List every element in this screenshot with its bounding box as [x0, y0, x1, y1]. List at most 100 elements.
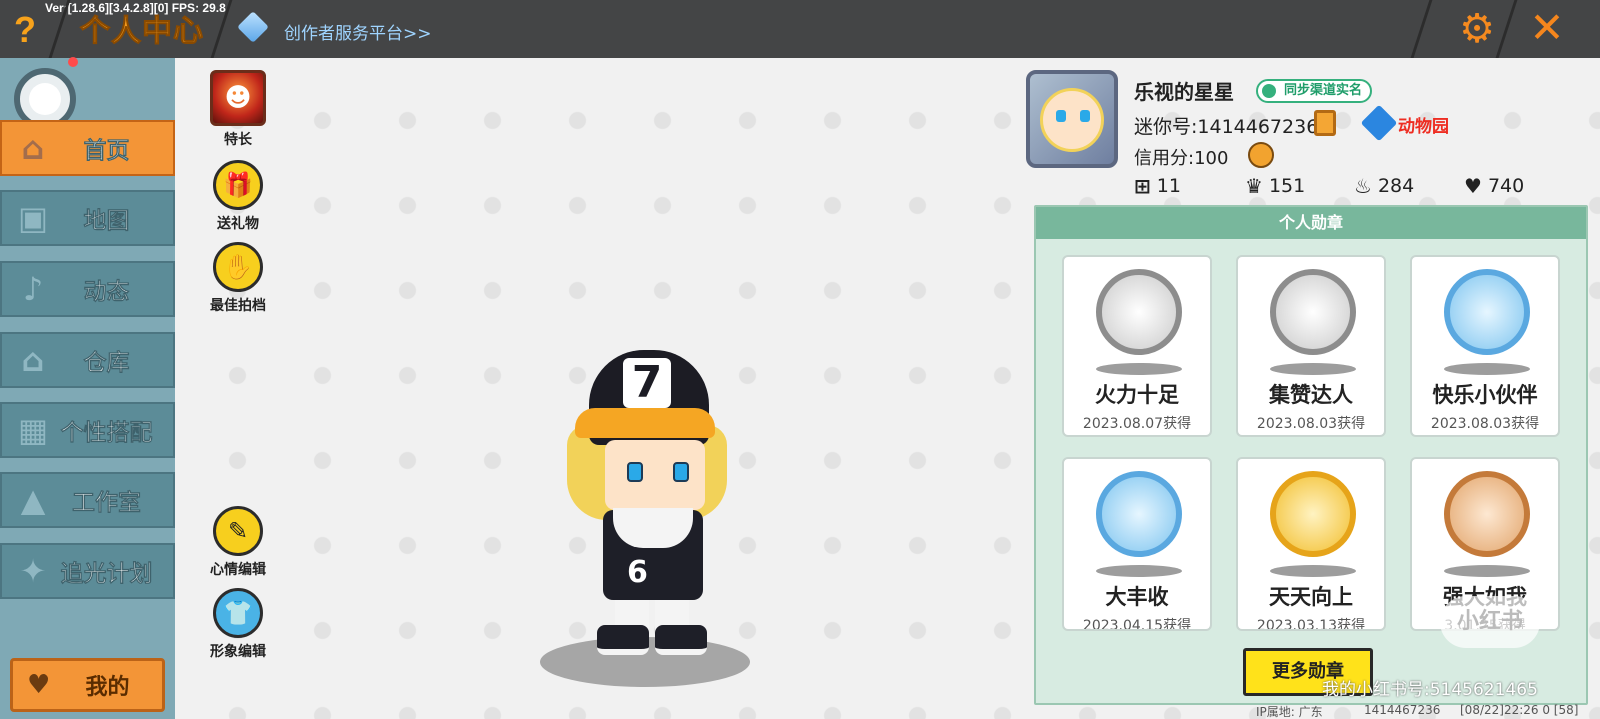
stat-fans-value: 151 — [1268, 175, 1306, 197]
character-shoe — [597, 625, 649, 655]
stat-likes-value: 740 — [1487, 175, 1525, 197]
sidebar-item-label: 动态 — [83, 279, 130, 306]
medal-icon — [1444, 471, 1530, 557]
help-button[interactable]: ? — [8, 10, 42, 50]
medal-base — [1270, 363, 1356, 375]
pencil-icon: ✎ — [213, 506, 263, 556]
medal-icon — [1444, 269, 1530, 355]
profile-portrait[interactable] — [1026, 70, 1118, 168]
shirt-icon: 👕 — [213, 588, 263, 638]
hat-number: 7 — [623, 358, 671, 408]
medal-date: 2023.08.07获得 — [1082, 416, 1192, 432]
medal-icon — [1270, 471, 1356, 557]
gift-label: 送礼物 — [217, 216, 259, 232]
mini-id: 迷你号:1414467236 — [1134, 116, 1319, 138]
sidebar-item-home[interactable]: ⌂ 首页 — [0, 120, 175, 176]
sidebar-item-light-plan[interactable]: ✦ 追光计划 — [0, 543, 175, 599]
watermark-logo: 小红书 — [1440, 596, 1540, 648]
sidebar-item-studio[interactable]: ▲ 工作室 — [0, 472, 175, 528]
plus-square-icon: ⊞ — [1134, 174, 1151, 198]
talent-icon: ☻ — [210, 70, 266, 126]
sidebar-item-label: 追光计划 — [60, 561, 153, 588]
handshake-icon: ✋ — [213, 242, 263, 292]
studio-icon: ▲ — [20, 481, 46, 519]
top-bar: Ver:[1.28.6][3.4.2.8][0] FPS: 29.8 ? 个人中… — [0, 0, 1600, 58]
home-icon: ⌂ — [21, 129, 45, 167]
shirt-number: 6 — [627, 555, 648, 590]
fans-icon: ♛ — [1245, 174, 1263, 198]
stat-likes[interactable]: ♥ 740 — [1464, 174, 1524, 198]
medal-card[interactable]: 大丰收 2023.04.15获得 — [1062, 457, 1212, 631]
zoo-link[interactable]: 动物园 — [1398, 112, 1449, 137]
real-name-badge[interactable]: 同步渠道实名 — [1256, 79, 1373, 103]
medal-card[interactable]: 天天向上 2023.03.13获得 — [1236, 457, 1386, 631]
medal-date: 2023.04.15获得 — [1082, 618, 1192, 631]
sidebar-item-outfit[interactable]: ▦ 个性搭配 — [0, 402, 175, 458]
heart-icon: ♥ — [27, 670, 51, 700]
medal-icon — [1270, 269, 1356, 355]
flame-icon: ♨ — [1354, 174, 1372, 198]
character-face — [605, 440, 705, 510]
footer-ip-location: IP属地: 广东 — [1256, 705, 1323, 719]
copy-icon[interactable] — [1314, 110, 1336, 136]
player-character[interactable]: 7 6 — [567, 350, 745, 680]
character-eye — [627, 462, 643, 482]
stat-posts-value: 11 — [1156, 175, 1181, 197]
talent-button[interactable]: ☻ 特长 — [198, 70, 278, 149]
medal-card[interactable]: 快乐小伙伴 2023.08.03获得 — [1410, 255, 1560, 437]
mine-button[interactable]: ♥ 我的 — [10, 658, 165, 712]
medal-name: 大丰收 — [1105, 585, 1169, 609]
footer-id: 1414467236 — [1364, 703, 1441, 717]
credit-score: 信用分:100 — [1134, 148, 1229, 169]
sidebar-item-warehouse[interactable]: ⌂ 仓库 — [0, 332, 175, 388]
medal-name: 集赞达人 — [1269, 383, 1353, 407]
medal-date: 2023.08.03获得 — [1256, 416, 1366, 432]
close-button[interactable]: ✕ — [1525, 6, 1569, 50]
medal-base — [1270, 565, 1356, 577]
creator-platform-link[interactable]: 创作者服务平台>> — [284, 19, 432, 44]
medal-date: 2023.03.13获得 — [1256, 618, 1366, 631]
sidebar-item-map[interactable]: ▣ 地图 — [0, 190, 175, 246]
medal-icon — [1096, 269, 1182, 355]
stat-fans[interactable]: ♛ 151 — [1245, 174, 1305, 198]
gear-icon[interactable]: ⚙ — [1455, 7, 1499, 51]
portrait-face — [1040, 88, 1104, 152]
outfit-icon: ▦ — [17, 411, 49, 449]
notification-dot — [68, 57, 78, 67]
medal-name: 快乐小伙伴 — [1432, 383, 1538, 407]
hat-brim — [575, 408, 715, 438]
medal-icon — [1096, 471, 1182, 557]
stat-posts[interactable]: ⊞ 11 — [1134, 174, 1181, 198]
stat-popularity-value: 284 — [1377, 175, 1415, 197]
gift-icon: 🎁 — [213, 160, 263, 210]
player-name: 乐视的星星 — [1134, 80, 1234, 104]
sidebar-item-label: 仓库 — [83, 350, 130, 377]
medal-card[interactable]: 集赞达人 2023.08.03获得 — [1236, 255, 1386, 437]
character-hood — [613, 508, 693, 548]
creator-cube-icon — [237, 11, 269, 43]
medal-base — [1096, 565, 1182, 577]
gift-button[interactable]: 🎁 送礼物 — [198, 160, 278, 233]
appearance-edit-button[interactable]: 👕 形象编辑 — [198, 588, 278, 661]
medal-name: 火力十足 — [1095, 383, 1179, 407]
appearance-edit-label: 形象编辑 — [210, 644, 266, 660]
character-eye — [673, 462, 689, 482]
credit-user-icon[interactable] — [1248, 142, 1274, 168]
page-title: 个人中心 — [80, 14, 204, 50]
partner-button[interactable]: ✋ 最佳拍档 — [198, 242, 278, 315]
stat-popularity[interactable]: ♨ 284 — [1354, 174, 1414, 198]
sidebar-item-label: 地图 — [83, 208, 130, 235]
divider — [1410, 0, 1433, 58]
sidebar-item-feed[interactable]: ♪ 动态 — [0, 261, 175, 317]
medal-name: 天天向上 — [1269, 585, 1353, 609]
medal-card[interactable]: 火力十足 2023.08.07获得 — [1062, 255, 1212, 437]
sidebar-item-label: 首页 — [83, 138, 130, 165]
partner-label: 最佳拍档 — [210, 298, 266, 314]
character-shoe — [655, 625, 707, 655]
sidebar-item-label: 个性搭配 — [60, 420, 153, 447]
heart-icon: ♥ — [1464, 174, 1482, 198]
mood-edit-button[interactable]: ✎ 心情编辑 — [198, 506, 278, 579]
medal-base — [1096, 363, 1182, 375]
medals-title: 个人勋章 — [1036, 207, 1586, 239]
medal-base — [1444, 363, 1530, 375]
